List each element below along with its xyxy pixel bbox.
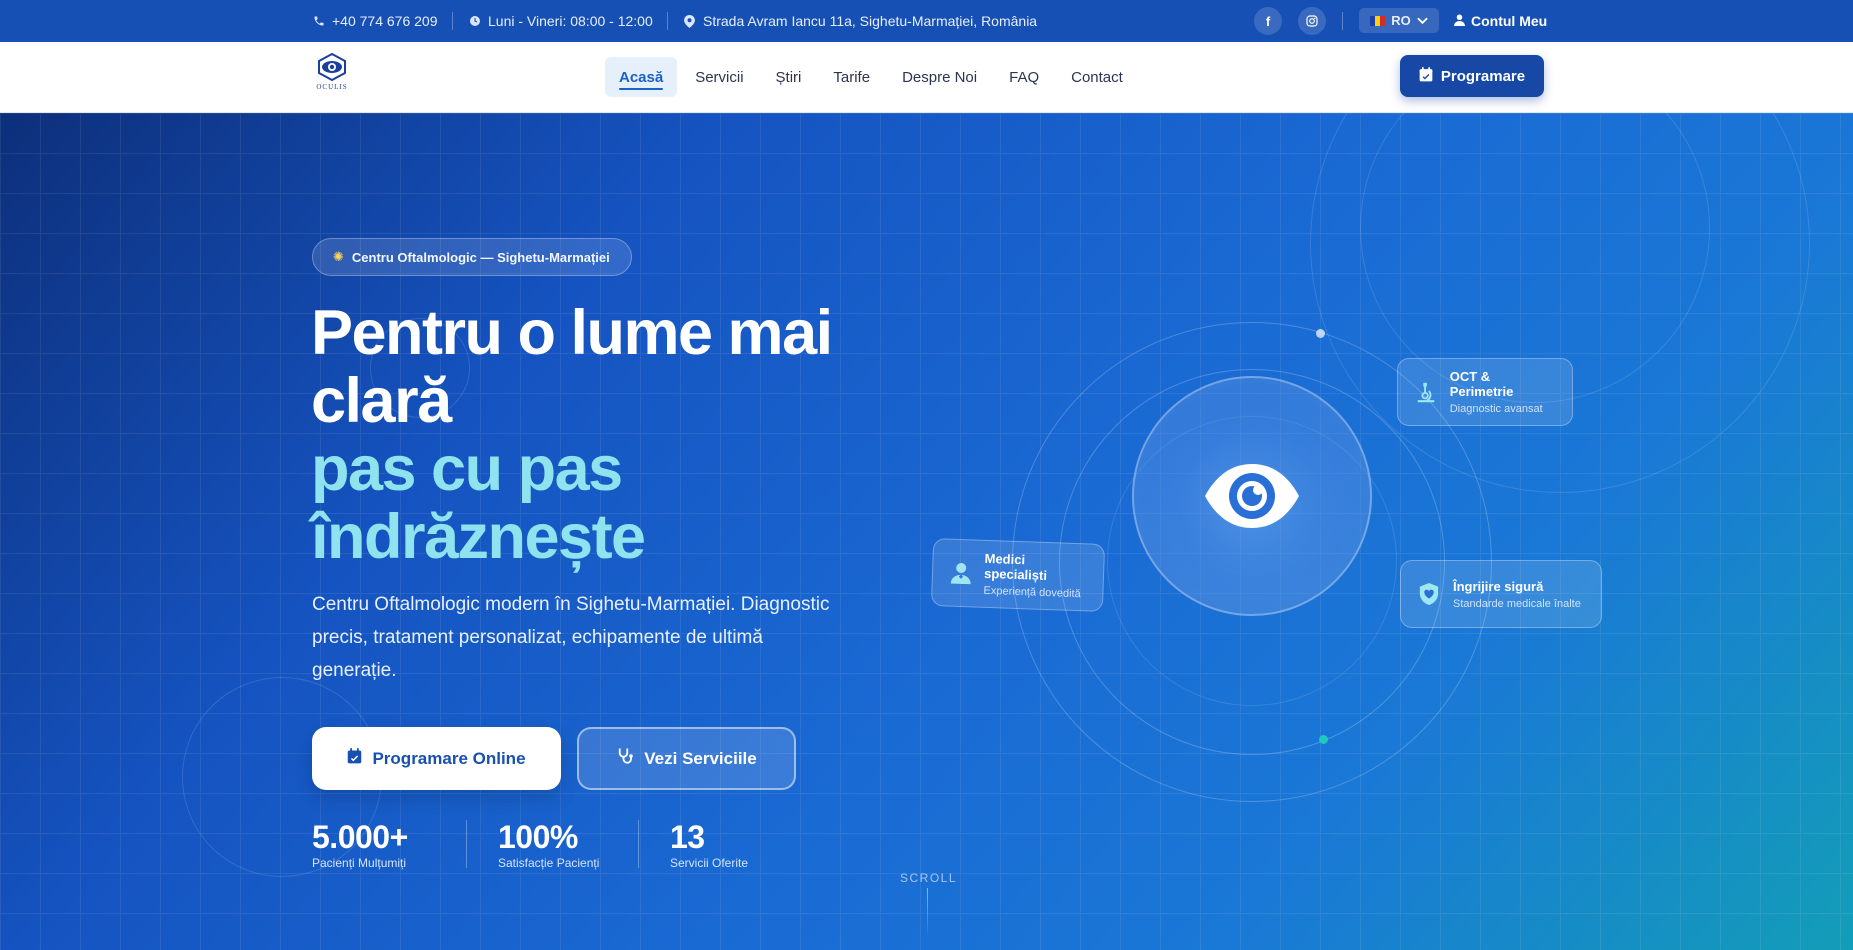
hero-description: Centru Oftalmologic modern în Sighetu-Ma…: [312, 594, 830, 681]
nav-menu: Acasă Servicii Știri Tarife Despre Noi F…: [605, 56, 1137, 98]
stat-satisfaction: 100% Satisfacție Pacienți: [498, 820, 599, 870]
instagram-icon[interactable]: [1298, 7, 1326, 35]
title-line-2: clară: [311, 366, 452, 436]
nav-link-servicii[interactable]: Servicii: [681, 57, 757, 97]
feature-title: Îngrijire sigură: [1453, 578, 1544, 594]
opening-hours: Luni - Vineri: 08:00 - 12:00: [468, 0, 653, 42]
divider: [667, 12, 668, 30]
top-info-bar: +40 774 676 209 Luni - Vineri: 08:00 - 1…: [0, 0, 1853, 42]
main-navbar: OCULIS Acasă Servicii Știri Tarife Despr…: [0, 42, 1853, 113]
map-pin-icon: [683, 14, 696, 28]
divider: [466, 820, 467, 868]
calendar-icon: [1419, 66, 1433, 86]
oculis-logo-icon: [318, 53, 346, 81]
phone-contact[interactable]: +40 774 676 209: [312, 0, 438, 42]
appointment-label: Programare: [1440, 67, 1526, 85]
hours-text: Luni - Vineri: 08:00 - 12:00: [488, 13, 653, 29]
language-label: RO: [1391, 13, 1411, 28]
nav-link-tarife[interactable]: Tarife: [819, 57, 884, 97]
feature-card-doctors: Medici specialiști Experiență dovedită: [930, 538, 1106, 612]
stat-label: Pacienți Mulțumiți: [312, 856, 407, 870]
view-services-button[interactable]: Vezi Serviciile: [577, 727, 796, 790]
stat-patients: 5.000+ Pacienți Mulțumiți: [312, 820, 408, 870]
feature-subtitle: Diagnostic avansat: [1449, 403, 1543, 415]
stat-value: 100%: [498, 819, 578, 855]
divider: [638, 820, 639, 868]
microscope-icon: [1414, 380, 1438, 404]
nav-link-contact[interactable]: Contact: [1057, 57, 1137, 97]
divider: [1342, 12, 1343, 30]
account-label: Contul Meu: [1471, 13, 1548, 29]
divider: [452, 12, 453, 30]
site-logo[interactable]: OCULIS: [312, 53, 352, 99]
online-appointment-label: Programare Online: [372, 748, 526, 768]
badge-text: Centru Oftalmologic — Sighetu-Marmației: [351, 249, 610, 265]
title-line-3: pas cu pas: [311, 434, 623, 504]
online-appointment-button[interactable]: Programare Online: [312, 727, 561, 790]
title-line-4: îndrăznește: [311, 502, 646, 572]
feature-title: Medici specialiști: [983, 550, 1048, 584]
logo-text: OCULIS: [316, 83, 348, 91]
appointment-button[interactable]: Programare: [1400, 55, 1544, 97]
phone-icon: [312, 15, 325, 28]
feature-subtitle: Standarde medicale înalte: [1453, 597, 1581, 610]
shield-heart-icon: [1417, 582, 1441, 606]
title-line-1: Pentru o lume mai: [311, 298, 833, 368]
user-icon: [1454, 13, 1465, 29]
orbit-dot: [1319, 735, 1328, 744]
feature-card-safety: Îngrijire sigură Standarde medicale înal…: [1400, 560, 1602, 628]
feature-subtitle: Experiență dovedită: [983, 584, 1081, 601]
stat-label: Satisfacție Pacienți: [498, 856, 600, 870]
account-link[interactable]: Contul Meu: [1454, 0, 1547, 42]
feature-card-oct: OCT & Perimetrie Diagnostic avansat: [1397, 358, 1573, 426]
phone-text: +40 774 676 209: [332, 13, 438, 29]
feature-title: OCT & Perimetrie: [1449, 369, 1514, 399]
view-services-label: Vezi Serviciile: [644, 748, 757, 768]
hero-title: Pentru o lume mai clară pas cu pas îndră…: [311, 299, 871, 571]
orbit-dot: [1316, 329, 1325, 338]
nav-link-acasa[interactable]: Acasă: [605, 57, 678, 97]
eye-disc: [1132, 376, 1372, 616]
stat-label: Servicii Oferite: [670, 856, 749, 870]
clock-icon: [468, 15, 481, 28]
eye-icon: [1205, 464, 1299, 528]
address-text: Strada Avram Iancu 11a, Sighetu-Marmație…: [703, 13, 1038, 29]
nav-link-despre-noi[interactable]: Despre Noi: [888, 57, 991, 97]
scroll-indicator[interactable]: SCROLL: [900, 871, 956, 885]
nav-link-stiri[interactable]: Știri: [762, 57, 816, 97]
scroll-line: [927, 888, 928, 938]
romania-flag-icon: [1370, 15, 1386, 26]
address[interactable]: Strada Avram Iancu 11a, Sighetu-Marmație…: [683, 0, 1037, 42]
chevron-down-icon: [1417, 13, 1428, 28]
stat-services: 13 Servicii Oferite: [670, 820, 748, 870]
nav-link-faq[interactable]: FAQ: [995, 57, 1053, 97]
stethoscope-icon: [616, 747, 634, 770]
sparkle-icon: ✺: [333, 249, 344, 264]
facebook-icon[interactable]: f: [1254, 7, 1282, 35]
stat-value: 5.000+: [312, 819, 408, 855]
stat-value: 13: [670, 819, 705, 855]
language-selector[interactable]: RO: [1359, 8, 1439, 33]
hero-section: ✺ Centru Oftalmologic — Sighetu-Marmație…: [0, 113, 1853, 950]
doctor-icon: [949, 561, 973, 586]
hero-badge: ✺ Centru Oftalmologic — Sighetu-Marmație…: [312, 238, 632, 276]
calendar-icon: [347, 748, 362, 769]
